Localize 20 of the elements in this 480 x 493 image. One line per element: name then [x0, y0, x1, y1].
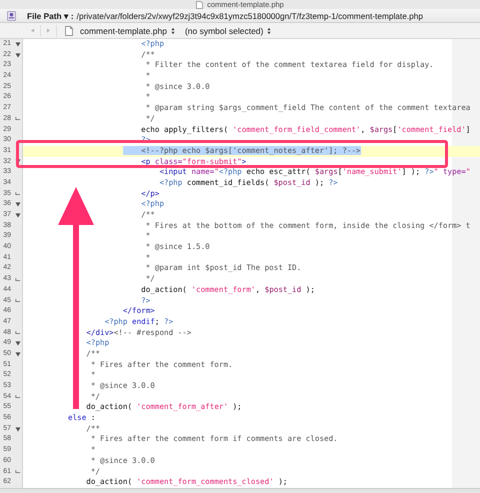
- path-separator: :: [70, 10, 74, 20]
- file-path-menu[interactable]: File Path ▾: [27, 10, 68, 20]
- forward-triangle-icon: [46, 28, 51, 33]
- fold-triangle-icon[interactable]: [14, 52, 20, 58]
- file-path: /private/var/folders/2v/xwyf29zj3t94c9x81ymzc5180000gn/T/fz3temp-1/comment-template.php: [76, 10, 423, 20]
- file-dropdown[interactable]: comment-template.php: [80, 26, 167, 36]
- fold-triangle-icon[interactable]: [14, 341, 20, 346]
- up-down-arrows-icon[interactable]: [267, 26, 272, 34]
- document-icon: [196, 0, 204, 8]
- app-icon: [7, 10, 16, 20]
- back-triangle-icon: [30, 28, 35, 33]
- fold-triangle-icon[interactable]: [14, 212, 20, 218]
- document-icon: [65, 26, 73, 36]
- fold-triangle-icon[interactable]: [14, 352, 20, 357]
- fold-triangle-icon[interactable]: [14, 42, 20, 47]
- fold-triangle-icon[interactable]: [14, 426, 20, 432]
- fold-triangle-icon[interactable]: [14, 159, 20, 164]
- fold-triangle-icon[interactable]: [14, 202, 20, 208]
- up-down-arrows-icon[interactable]: [170, 26, 175, 34]
- symbol-dropdown[interactable]: (no symbol selected): [184, 26, 264, 36]
